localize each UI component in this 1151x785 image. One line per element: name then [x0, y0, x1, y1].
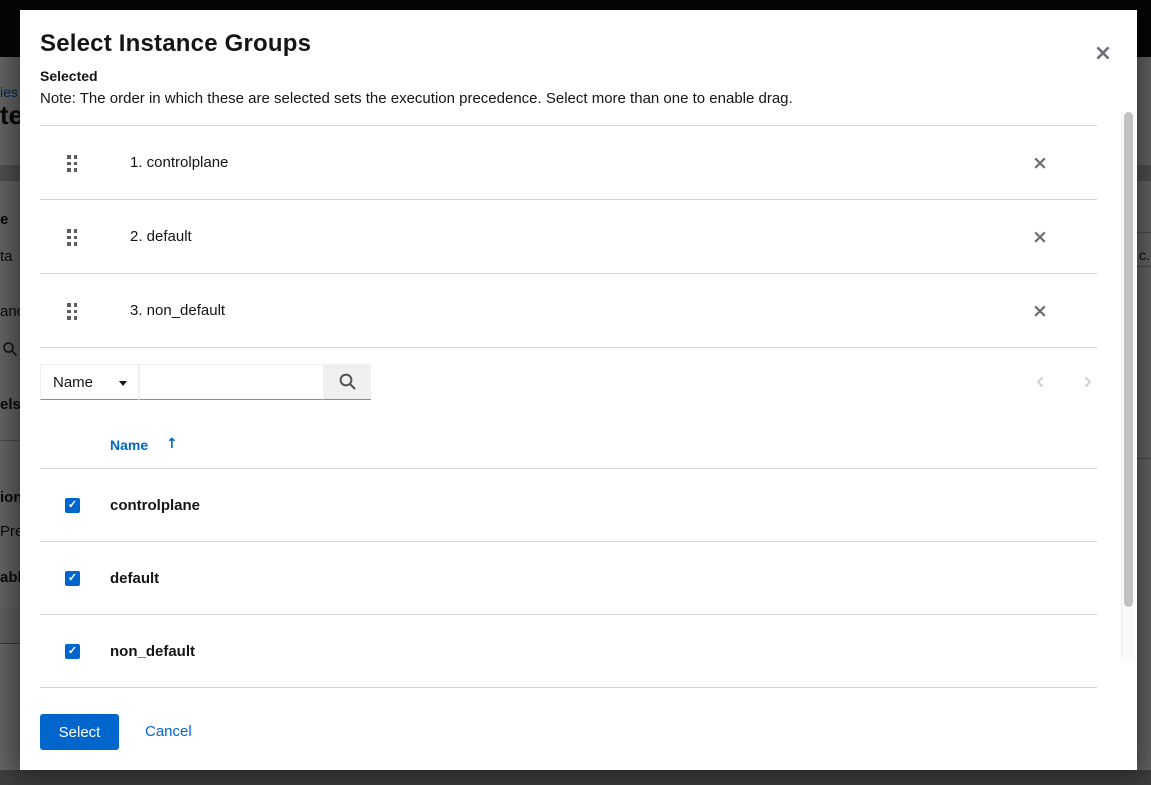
search-button[interactable]: [324, 364, 371, 400]
chevron-right-icon: [1081, 375, 1095, 389]
modal-title: Select Instance Groups: [40, 30, 311, 58]
drag-handle-icon[interactable]: [67, 303, 80, 320]
close-icon[interactable]: ×: [1089, 40, 1117, 68]
sort-ascending-icon[interactable]: ↑: [166, 436, 178, 452]
remove-icon[interactable]: ×: [1026, 297, 1054, 325]
precedence-note: Note: The order in which these are selec…: [40, 90, 793, 107]
selected-row-label: 2. default: [130, 228, 192, 245]
select-button[interactable]: Select: [40, 714, 119, 750]
row-checkbox-checked[interactable]: ✓: [65, 571, 80, 586]
column-header-name[interactable]: Name: [110, 437, 148, 453]
chevron-down-icon: [119, 381, 127, 386]
selected-row-label: 3. non_default: [130, 302, 225, 319]
scrollbar-track[interactable]: [1121, 112, 1135, 660]
selected-row-controlplane: 1. controlplane ×: [40, 126, 1097, 200]
selected-row-label: 1. controlplane: [130, 154, 228, 171]
chevron-left-icon: [1033, 375, 1047, 389]
table-row-controlplane: ✓ controlplane: [40, 469, 1097, 542]
next-page-button[interactable]: [1066, 364, 1110, 400]
drag-handle-icon[interactable]: [67, 155, 80, 172]
scrollbar-thumb[interactable]: [1124, 112, 1133, 607]
search-input[interactable]: [139, 364, 324, 400]
table-row-label: non_default: [110, 643, 195, 660]
remove-icon[interactable]: ×: [1026, 223, 1054, 251]
search-icon: [338, 372, 357, 391]
previous-page-button[interactable]: [1018, 364, 1062, 400]
row-checkbox-checked[interactable]: ✓: [65, 644, 80, 659]
selected-row-default: 2. default ×: [40, 200, 1097, 274]
selected-row-non-default: 3. non_default ×: [40, 274, 1097, 348]
instance-groups-table: ✓ controlplane ✓ default ✓ non_default: [40, 468, 1097, 688]
filter-key-dropdown[interactable]: Name: [40, 364, 139, 400]
pagination: [1018, 364, 1118, 400]
table-row-default: ✓ default: [40, 542, 1097, 615]
table-header: Name ↑: [40, 434, 1097, 468]
select-instance-groups-modal: Select Instance Groups × Selected Note: …: [20, 10, 1137, 770]
remove-icon[interactable]: ×: [1026, 149, 1054, 177]
table-row-label: default: [110, 570, 159, 587]
filter-key-label: Name: [53, 374, 93, 391]
row-checkbox-checked[interactable]: ✓: [65, 498, 80, 513]
drag-handle-icon[interactable]: [67, 229, 80, 246]
cancel-button[interactable]: Cancel: [145, 714, 192, 750]
selected-instance-groups-list: 1. controlplane × 2. default × 3. non_de…: [40, 125, 1097, 348]
selected-section-label: Selected: [40, 68, 98, 84]
table-row-non-default: ✓ non_default: [40, 615, 1097, 688]
table-row-label: controlplane: [110, 497, 200, 514]
